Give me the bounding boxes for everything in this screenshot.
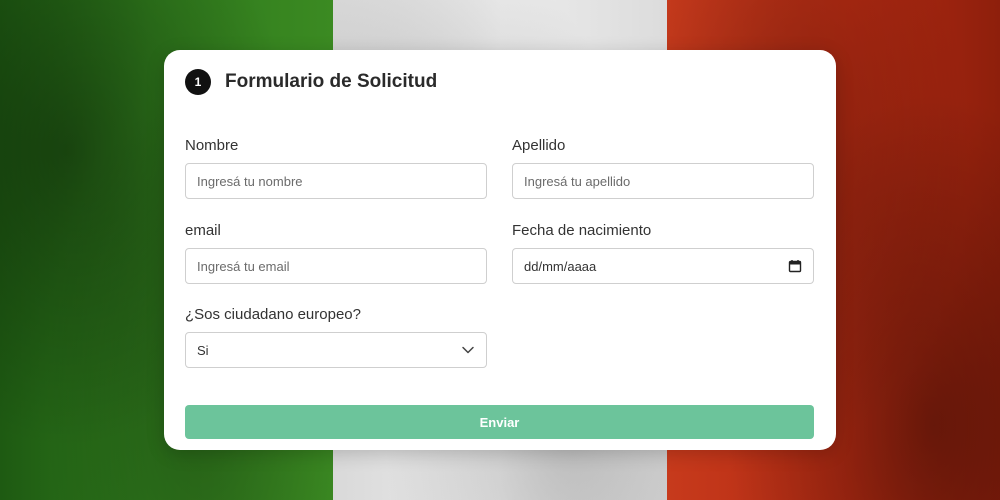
form-header: 1 Formulario de Solicitud [185, 69, 437, 95]
email-label: email [185, 222, 221, 239]
step-number-badge: 1 [185, 69, 211, 95]
fecha-nacimiento-value: dd/mm/aaaa [524, 258, 597, 274]
apellido-input[interactable] [524, 173, 802, 189]
apellido-input-box[interactable] [512, 163, 814, 199]
email-field: email [185, 221, 487, 284]
calendar-icon[interactable] [788, 259, 802, 273]
fecha-nacimiento-label: Fecha de nacimiento [512, 222, 652, 239]
ciudadano-europeo-select[interactable]: Si [185, 332, 487, 368]
ciudadano-europeo-field: ¿Sos ciudadano europeo? Si [185, 305, 487, 368]
nombre-input-box[interactable] [185, 163, 487, 199]
nombre-input[interactable] [197, 173, 475, 189]
email-input-box[interactable] [185, 248, 487, 284]
application-form-card: 1 Formulario de Solicitud Nombre Apellid… [164, 50, 836, 450]
fecha-nacimiento-input[interactable]: dd/mm/aaaa [512, 248, 814, 284]
ciudadano-europeo-label: ¿Sos ciudadano europeo? [185, 306, 361, 323]
apellido-label: Apellido [512, 137, 566, 154]
enviar-button[interactable]: Enviar [185, 405, 814, 439]
ciudadano-europeo-value: Si [197, 342, 209, 358]
nombre-field: Nombre [185, 136, 487, 199]
apellido-field: Apellido [512, 136, 814, 199]
form-title: Formulario de Solicitud [225, 71, 438, 92]
chevron-down-icon [461, 343, 475, 357]
nombre-label: Nombre [185, 137, 239, 154]
fecha-nacimiento-field: Fecha de nacimiento dd/mm/aaaa [512, 221, 814, 284]
email-input[interactable] [197, 258, 475, 274]
